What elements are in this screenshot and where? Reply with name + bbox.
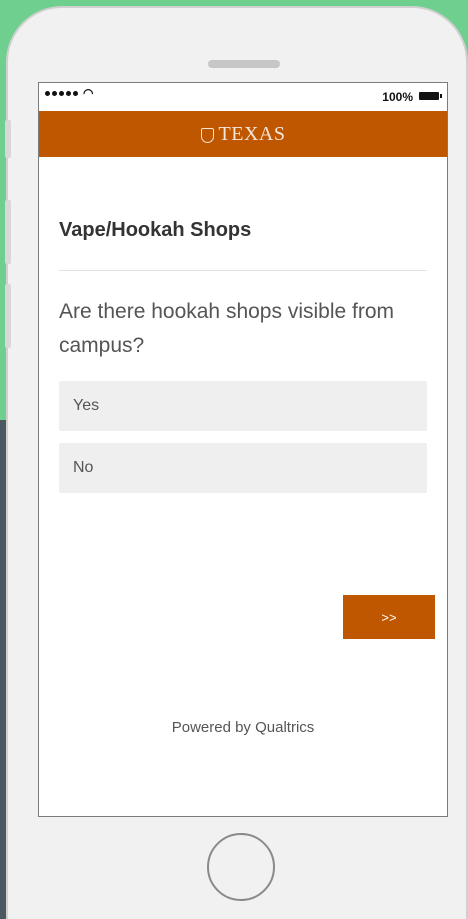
choice-label: No [73, 459, 94, 476]
home-button[interactable] [207, 833, 275, 901]
volume-up-button [5, 200, 11, 264]
wifi-icon: ◠ [83, 86, 94, 100]
mute-switch [5, 120, 11, 158]
status-bar: ◠ 100% [39, 83, 447, 111]
powered-by-footer[interactable]: Powered by Qualtrics [39, 719, 447, 736]
choice-label: Yes [73, 397, 100, 414]
phone-screen: ◠ 100% TEXAS Vape/Hookah Shops Are there… [38, 82, 448, 817]
shield-icon [200, 127, 214, 143]
next-button[interactable]: >> [343, 595, 435, 639]
question-block-title: Vape/Hookah Shops [59, 219, 427, 271]
choice-yes[interactable]: Yes [59, 381, 427, 431]
question-text: Are there hookah shops visible from camp… [59, 300, 395, 357]
battery-percentage: 100% [382, 90, 413, 104]
university-header: TEXAS [39, 111, 447, 157]
volume-down-button [5, 284, 11, 348]
choice-no[interactable]: No [59, 443, 427, 493]
brand-name: TEXAS [218, 122, 286, 145]
speaker-grille [208, 60, 280, 68]
battery-icon [419, 92, 442, 100]
phone-frame: ◠ 100% TEXAS Vape/Hookah Shops Are there… [5, 6, 468, 919]
navigation: >> [343, 595, 435, 639]
survey-content: Vape/Hookah Shops Are there hookah shops… [39, 219, 447, 493]
signal-icon: ◠ [45, 86, 94, 100]
